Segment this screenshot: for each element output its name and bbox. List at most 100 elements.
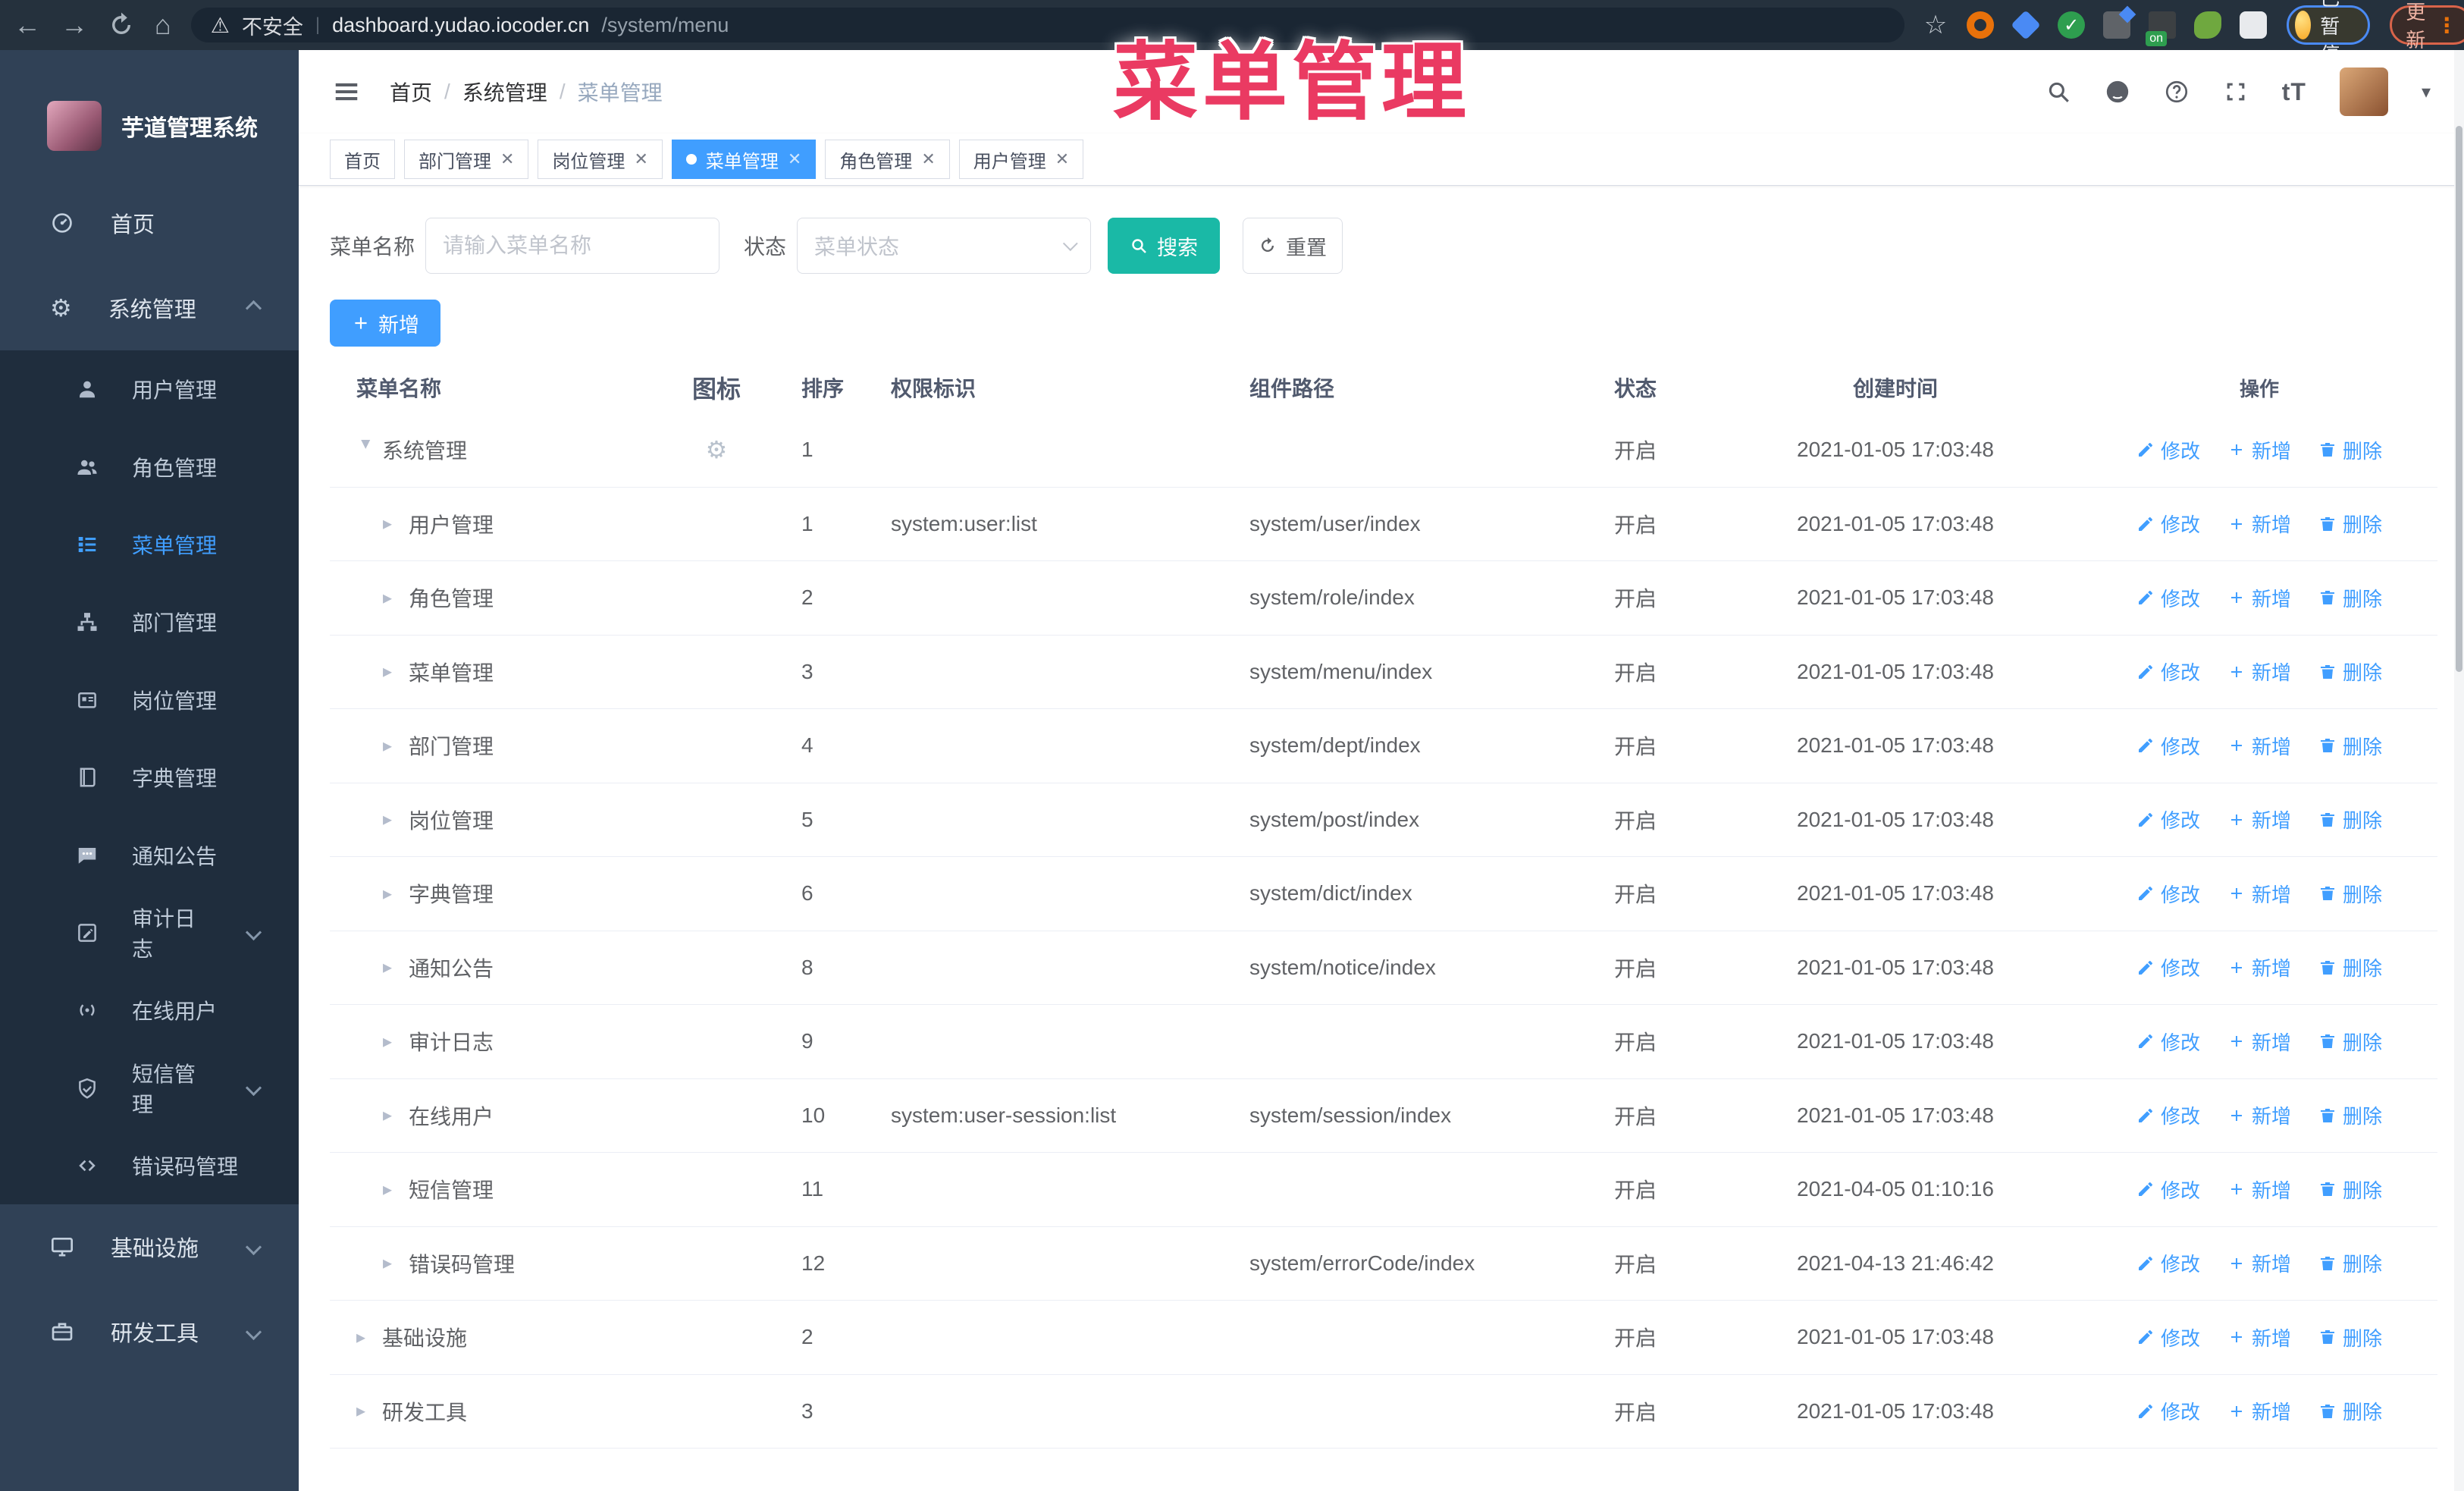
edit-link[interactable]: 修改 [2136, 1323, 2200, 1351]
close-icon[interactable]: ✕ [921, 149, 935, 169]
sidebar-item-用户管理[interactable]: 用户管理 [0, 350, 299, 428]
hamburger-icon[interactable] [332, 77, 361, 106]
delete-link[interactable]: 删除 [2318, 1028, 2382, 1056]
tag-部门管理[interactable]: 部门管理 ✕ [404, 140, 529, 179]
search-icon[interactable] [2045, 79, 2071, 105]
scrollbar-thumb[interactable] [2456, 126, 2462, 672]
delete-link[interactable]: 删除 [2318, 732, 2382, 760]
edit-link[interactable]: 修改 [2136, 1176, 2200, 1204]
menu-name-input[interactable] [425, 218, 720, 274]
edit-link[interactable]: 修改 [2136, 436, 2200, 464]
expand-arrow-icon[interactable]: ▸ [383, 883, 409, 905]
reset-button[interactable]: 重置 [1243, 218, 1343, 274]
tag-首页[interactable]: 首页 [330, 140, 395, 179]
expand-arrow-icon[interactable]: ▸ [383, 513, 409, 535]
browser-update-button[interactable]: 更新 ⋮ [2390, 1, 2464, 52]
delete-link[interactable]: 删除 [2318, 880, 2382, 908]
close-icon[interactable]: ✕ [788, 149, 801, 169]
extension-icon[interactable] [2194, 11, 2222, 39]
bookmark-star-icon[interactable]: ☆ [1924, 10, 1947, 40]
add-link[interactable]: 新增 [2227, 1101, 2291, 1129]
close-icon[interactable]: ✕ [634, 149, 647, 169]
extension-icon[interactable] [1967, 11, 1995, 39]
extension-icon[interactable] [2146, 11, 2177, 46]
add-button[interactable]: 新增 [330, 300, 440, 347]
delete-link[interactable]: 删除 [2318, 1323, 2382, 1351]
sidebar-item-审计日志[interactable]: 审计日志 [0, 894, 299, 972]
expand-arrow-icon[interactable]: ▸ [383, 661, 409, 683]
breadcrumb-system[interactable]: 系统管理 [462, 77, 547, 107]
add-link[interactable]: 新增 [2227, 1176, 2291, 1204]
expand-arrow-icon[interactable]: ▸ [383, 735, 409, 757]
page-scrollbar[interactable] [2454, 50, 2464, 1491]
user-avatar[interactable] [2339, 67, 2388, 116]
edit-link[interactable]: 修改 [2136, 880, 2200, 908]
forward-icon[interactable]: → [61, 9, 88, 41]
delete-link[interactable]: 删除 [2318, 1176, 2382, 1204]
expand-arrow-icon[interactable]: ▸ [383, 1104, 409, 1126]
edit-link[interactable]: 修改 [2136, 584, 2200, 612]
delete-link[interactable]: 删除 [2318, 805, 2382, 833]
add-link[interactable]: 新增 [2227, 510, 2291, 538]
address-bar[interactable]: ⚠ 不安全 | dashboard.yudao.iocoder.cn/syste… [190, 8, 1904, 42]
add-link[interactable]: 新增 [2227, 1249, 2291, 1277]
help-icon[interactable] [2164, 79, 2190, 105]
add-link[interactable]: 新增 [2227, 805, 2291, 833]
expand-arrow-icon[interactable]: ▸ [383, 1031, 409, 1053]
sidebar-item-部门管理[interactable]: 部门管理 [0, 583, 299, 661]
add-link[interactable]: 新增 [2227, 1028, 2291, 1056]
expand-arrow-icon[interactable]: ▸ [356, 1400, 382, 1422]
sidebar-item-菜单管理[interactable]: 菜单管理 [0, 506, 299, 583]
extension-icon[interactable] [2011, 10, 2042, 40]
sidebar-item-错误码管理[interactable]: 错误码管理 [0, 1127, 299, 1204]
add-link[interactable]: 新增 [2227, 1397, 2291, 1425]
sidebar-item-系统管理[interactable]: ⚙ 系统管理 [0, 265, 299, 350]
fullscreen-icon[interactable] [2223, 79, 2249, 105]
sidebar-item-基础设施[interactable]: 基础设施 [0, 1204, 299, 1289]
back-icon[interactable]: ← [14, 9, 41, 41]
delete-link[interactable]: 删除 [2318, 1101, 2382, 1129]
delete-link[interactable]: 删除 [2318, 510, 2382, 538]
chevron-down-icon[interactable]: ▾ [2422, 81, 2431, 103]
expand-arrow-icon[interactable]: ▸ [383, 956, 409, 978]
paused-badge[interactable]: 已暂停 [2287, 0, 2371, 66]
delete-link[interactable]: 删除 [2318, 658, 2382, 686]
add-link[interactable]: 新增 [2227, 658, 2291, 686]
extension-icon[interactable] [2103, 11, 2131, 39]
text-size-icon[interactable]: tT [2282, 78, 2306, 106]
expand-arrow-icon[interactable]: ▸ [383, 1179, 409, 1201]
sidebar-item-研发工具[interactable]: 研发工具 [0, 1289, 299, 1374]
expand-arrow-icon[interactable]: ▸ [383, 808, 409, 830]
status-select[interactable]: 菜单状态 [797, 218, 1092, 274]
expand-arrow-icon[interactable]: ▸ [383, 587, 409, 609]
close-icon[interactable]: ✕ [500, 149, 514, 169]
delete-link[interactable]: 删除 [2318, 1397, 2382, 1425]
edit-link[interactable]: 修改 [2136, 805, 2200, 833]
sidebar-item-角色管理[interactable]: 角色管理 [0, 428, 299, 505]
github-icon[interactable] [2105, 79, 2130, 105]
edit-link[interactable]: 修改 [2136, 1028, 2200, 1056]
extension-icon[interactable]: ✓ [2058, 11, 2086, 39]
expand-arrow-icon[interactable]: ▸ [356, 440, 378, 466]
home-icon[interactable]: ⌂ [155, 9, 171, 41]
delete-link[interactable]: 删除 [2318, 436, 2382, 464]
add-link[interactable]: 新增 [2227, 732, 2291, 760]
expand-arrow-icon[interactable]: ▸ [356, 1326, 382, 1348]
edit-link[interactable]: 修改 [2136, 658, 2200, 686]
sidebar-item-字典管理[interactable]: 字典管理 [0, 739, 299, 816]
sidebar-item-岗位管理[interactable]: 岗位管理 [0, 661, 299, 739]
edit-link[interactable]: 修改 [2136, 953, 2200, 981]
breadcrumb-home[interactable]: 首页 [390, 77, 432, 107]
tag-角色管理[interactable]: 角色管理 ✕ [825, 140, 950, 179]
sidebar-item-在线用户[interactable]: 在线用户 [0, 972, 299, 1049]
puzzle-extension-icon[interactable] [2240, 11, 2268, 39]
app-logo[interactable]: 芋道管理系统 [0, 50, 299, 180]
edit-link[interactable]: 修改 [2136, 732, 2200, 760]
add-link[interactable]: 新增 [2227, 880, 2291, 908]
sidebar-item-首页[interactable]: 首页 [0, 180, 299, 265]
sidebar-item-短信管理[interactable]: 短信管理 [0, 1050, 299, 1127]
edit-link[interactable]: 修改 [2136, 510, 2200, 538]
kebab-menu-icon[interactable]: ⋮ [2436, 13, 2457, 38]
edit-link[interactable]: 修改 [2136, 1101, 2200, 1129]
tag-用户管理[interactable]: 用户管理 ✕ [958, 140, 1084, 179]
